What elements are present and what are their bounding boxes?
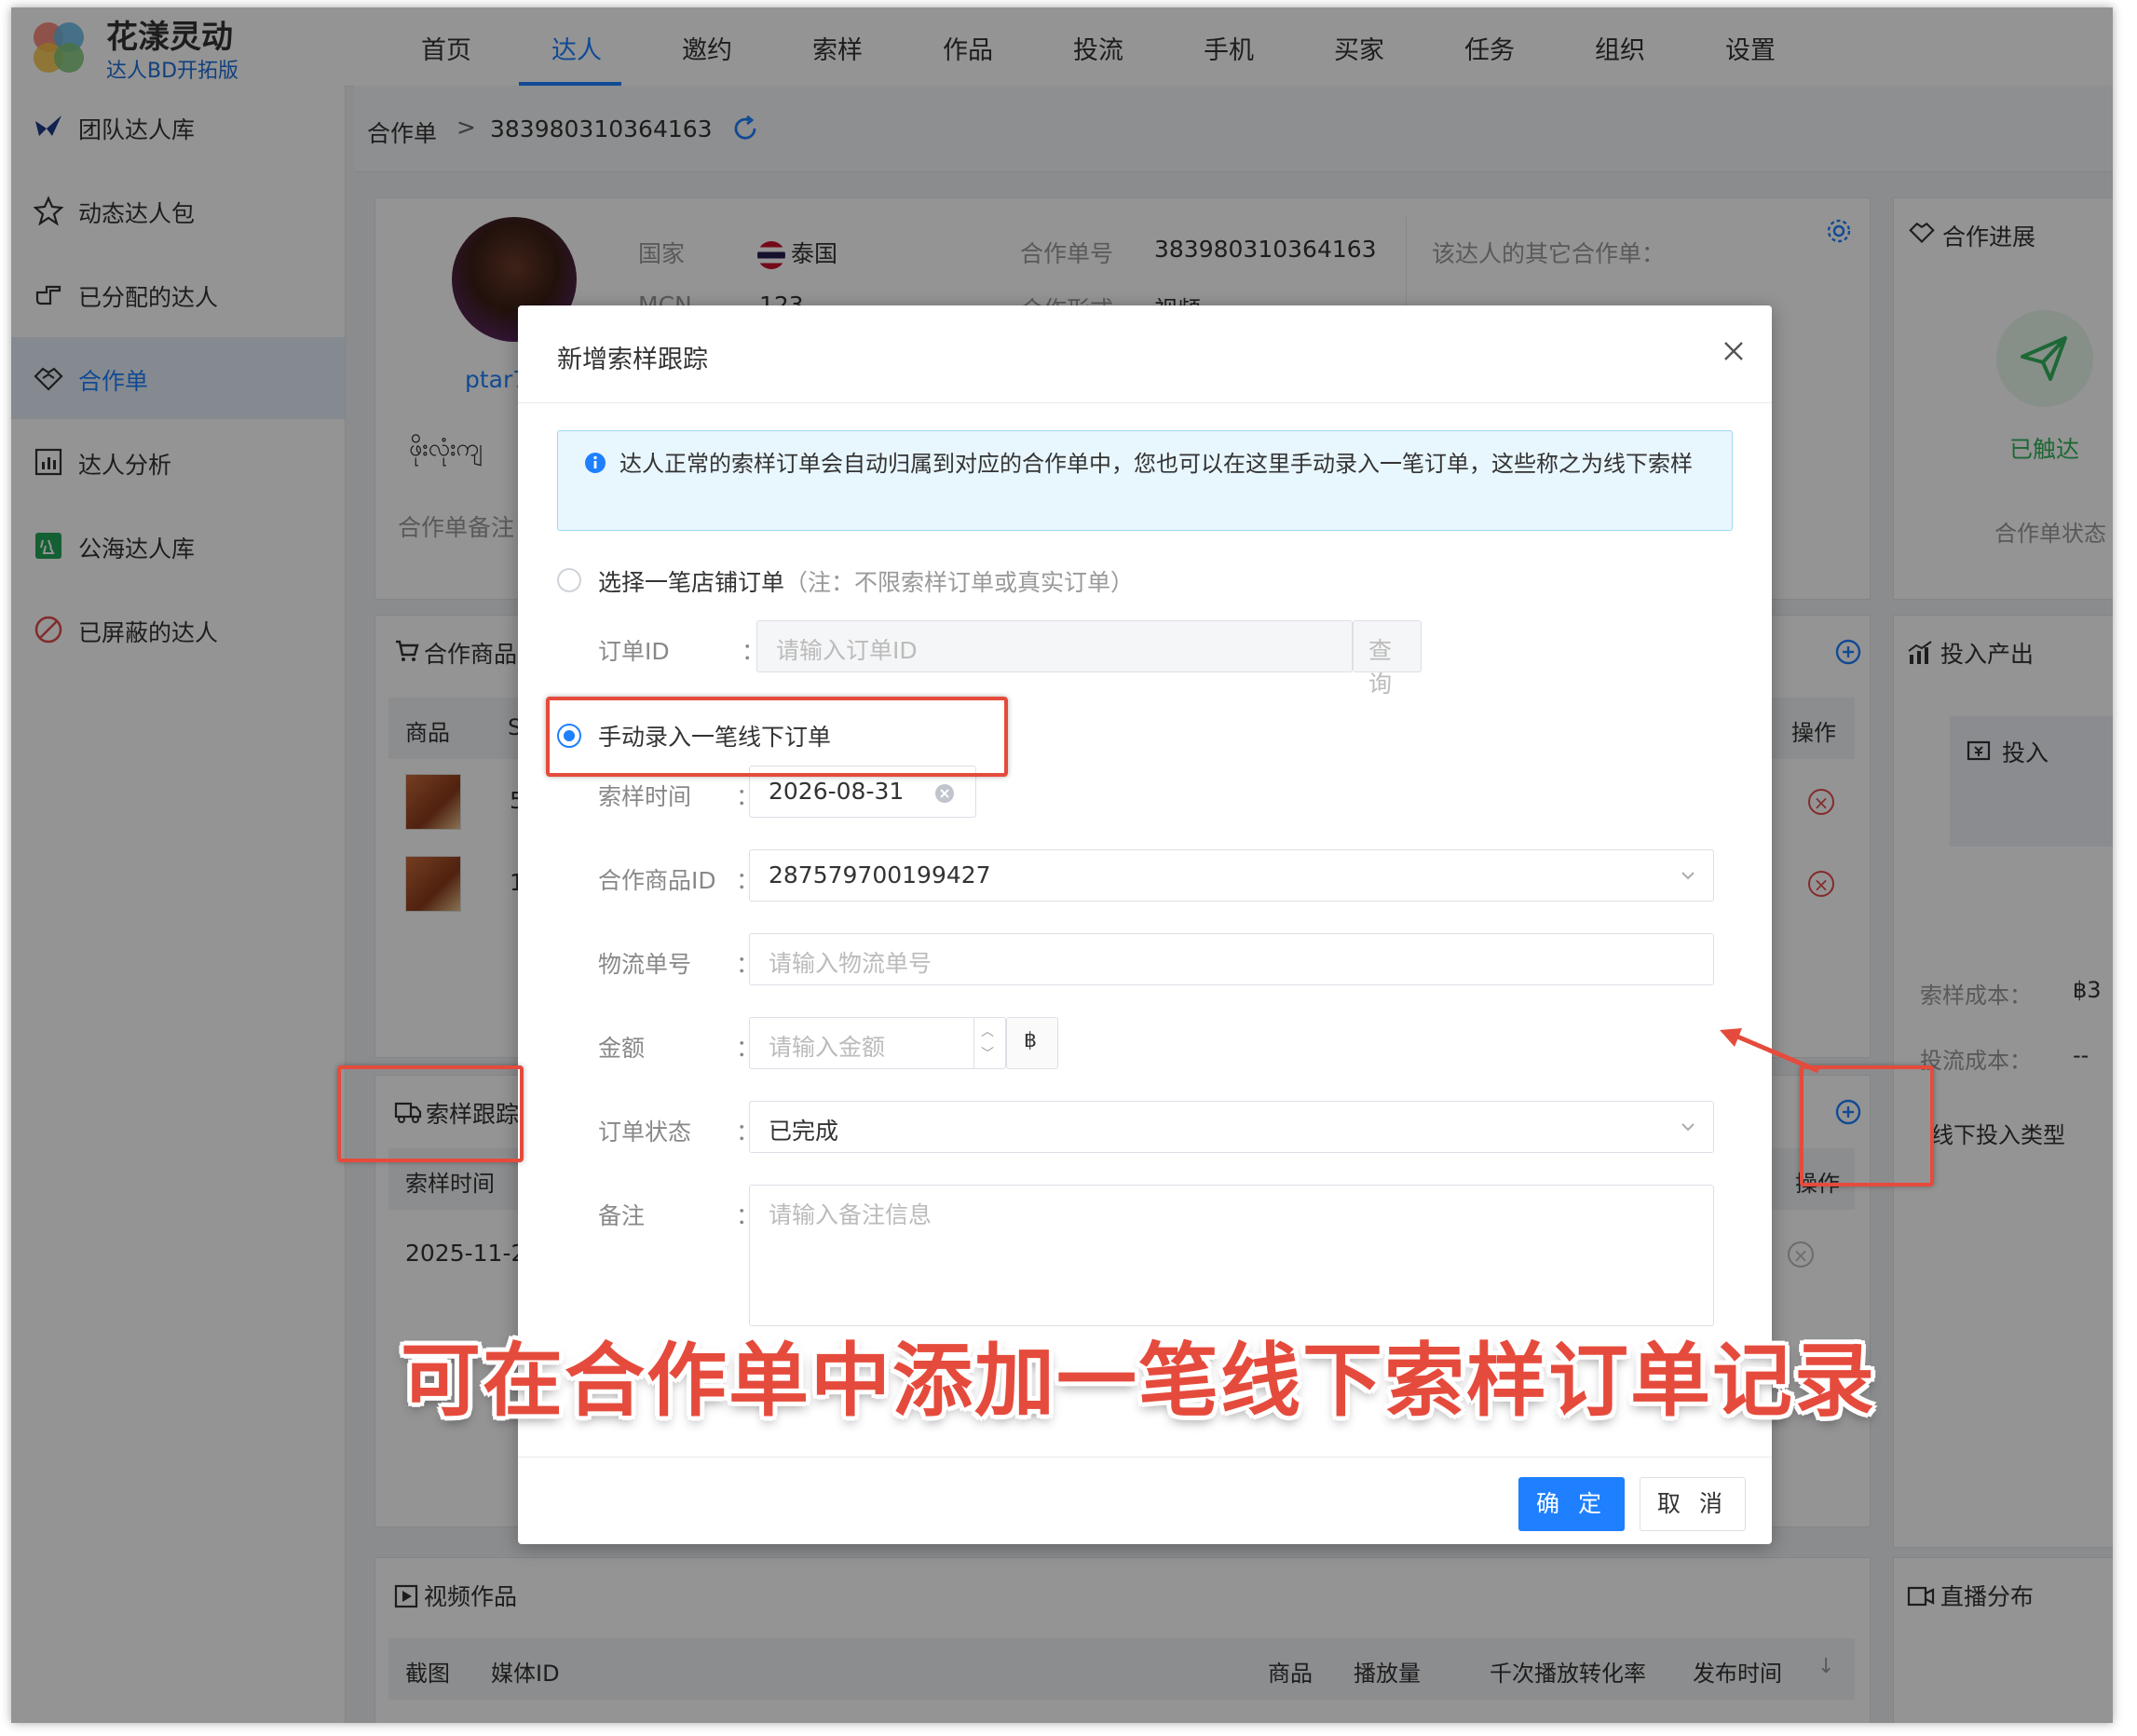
stepper-up-icon[interactable]: ︿ — [981, 1022, 994, 1040]
annotation-caption: 可在合作单中添加一笔线下索样订单记录 — [401, 1335, 1876, 1428]
stepper-down-icon[interactable]: ﹀ — [981, 1044, 994, 1063]
order-status-select[interactable]: 已完成 — [749, 1101, 1714, 1153]
order-id-label: 订单ID — [598, 638, 670, 665]
remark-placeholder: 请输入备注信息 — [769, 1201, 932, 1228]
query-button[interactable]: 查 询 — [1353, 620, 1422, 698]
option-store-order-label[interactable]: 选择一笔店铺订单（注：不限索样订单或真实订单） — [598, 564, 1134, 598]
product-id-value: 287579700199427 — [769, 861, 991, 888]
option-store-order-text: 选择一笔店铺订单 — [598, 569, 785, 596]
currency-addon: ฿ — [1006, 1017, 1058, 1069]
info-notice: 达人正常的索样订单会自动归属到对应的合作单中，您也可以在这里手动录入一笔订单，这… — [557, 430, 1733, 531]
dialog-footer-divider — [518, 1457, 1772, 1458]
tracking-label: 物流单号 — [598, 951, 692, 978]
order-id-placeholder: 请输入订单ID — [776, 637, 918, 664]
remark-textarea[interactable]: 请输入备注信息 — [749, 1185, 1714, 1326]
close-icon[interactable] — [1720, 337, 1748, 365]
query-button-label: 查 询 — [1368, 637, 1393, 698]
highlight-offline-option — [546, 697, 1008, 777]
product-id-label: 合作商品ID — [598, 867, 716, 894]
info-icon — [585, 453, 606, 473]
option-store-order-note: （注：不限索样订单或真实订单） — [784, 569, 1135, 596]
confirm-button[interactable]: 确 定 — [1518, 1477, 1625, 1531]
amount-input[interactable]: 请输入金额 ︿ ﹀ — [749, 1017, 1006, 1069]
chevron-down-icon — [1681, 872, 1695, 880]
currency-symbol: ฿ — [1024, 1029, 1037, 1052]
notice-text: 达人正常的索样订单会自动归属到对应的合作单中，您也可以在这里手动录入一笔订单，这… — [619, 451, 1693, 477]
clear-icon[interactable] — [934, 783, 955, 804]
amount-placeholder: 请输入金额 — [769, 1034, 886, 1061]
product-id-select[interactable]: 287579700199427 — [749, 849, 1714, 902]
stepper-divider — [973, 1018, 974, 1068]
status-label: 订单状态 — [598, 1119, 692, 1146]
tracking-input[interactable]: 请输入物流单号 — [749, 933, 1714, 985]
highlight-sample-track — [337, 1065, 524, 1162]
tracking-placeholder: 请输入物流单号 — [769, 950, 932, 977]
pointer-arrow-icon — [1720, 1028, 1819, 1074]
app-window: 花漾灵动 达人BD开拓版 首页 达人 邀约 索样 作品 投流 手机 买家 任务 … — [11, 7, 2113, 1723]
chevron-down-icon — [1681, 1123, 1695, 1132]
radio-store-order[interactable] — [557, 568, 581, 592]
dialog-title: 新增索样跟踪 — [557, 346, 708, 374]
cancel-button[interactable]: 取 消 — [1640, 1477, 1746, 1531]
order-id-input[interactable]: 请输入订单ID — [756, 620, 1353, 672]
remark-label: 备注 — [598, 1202, 646, 1229]
sample-time-value: 2026-08-31 — [769, 778, 905, 805]
amount-label: 金额 — [598, 1035, 646, 1062]
order-status-value: 已完成 — [769, 1118, 839, 1145]
sample-time-label: 索样时间 — [598, 783, 692, 810]
dialog-header-divider — [518, 402, 1772, 403]
